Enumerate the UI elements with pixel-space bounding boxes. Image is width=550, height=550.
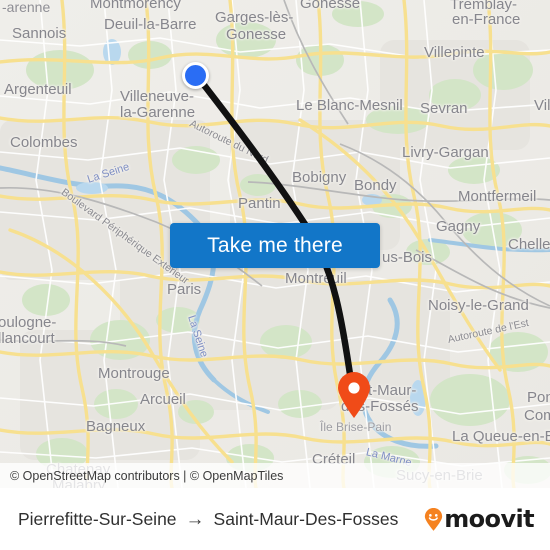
moovit-pin-icon [424,507,443,531]
footer-bar: Pierrefitte-Sur-Seine → Saint-Maur-Des-F… [0,488,550,550]
route-summary: Pierrefitte-Sur-Seine → Saint-Maur-Des-F… [18,509,398,530]
moovit-wordmark: moovit [444,505,534,533]
map-attribution: © OpenStreetMap contributors | © OpenMap… [0,463,550,488]
destination-label: Saint-Maur-Des-Fosses [213,508,399,529]
attribution-text: © OpenStreetMap contributors | © OpenMap… [10,468,284,483]
map-route-widget: -arenne Montmorency Gonesse Tremblay-en-Fra… [0,0,550,550]
origin-dot-icon[interactable] [182,62,209,89]
take-me-there-button[interactable]: Take me there [170,223,380,268]
map-viewport[interactable]: -arenne Montmorency Gonesse Tremblay-en-Fra… [0,0,550,488]
destination-pin-icon[interactable] [337,372,371,418]
arrow-right-icon: → [185,508,205,530]
origin-label: Pierrefitte-Sur-Seine [18,508,177,529]
moovit-logo[interactable]: moovit [424,505,535,533]
